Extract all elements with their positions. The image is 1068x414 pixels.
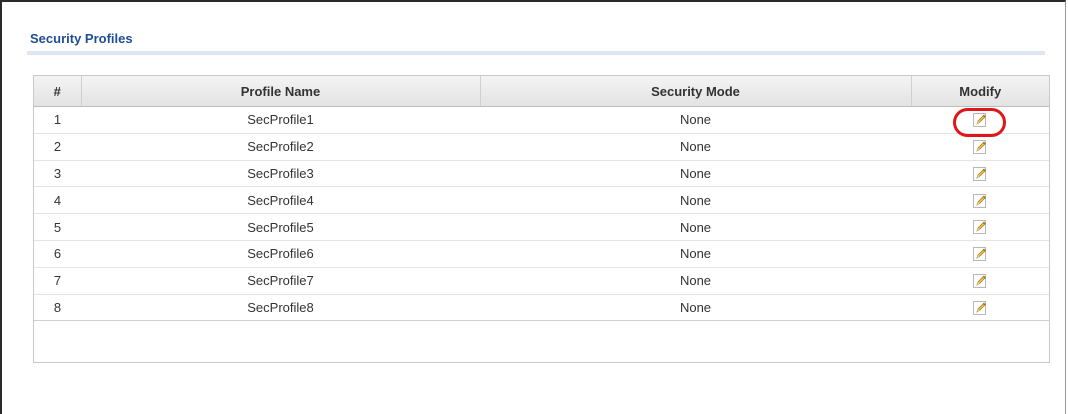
security-mode: None <box>480 294 911 322</box>
column-header-profile-name[interactable]: Profile Name <box>80 76 480 107</box>
row-index: 2 <box>34 133 81 161</box>
profile-name: SecProfile8 <box>81 294 480 322</box>
security-mode: None <box>480 106 911 134</box>
profile-name: SecProfile4 <box>81 186 480 215</box>
row-index: 8 <box>34 294 81 322</box>
profile-name: SecProfile2 <box>81 133 480 161</box>
security-mode: None <box>480 133 911 161</box>
row-index: 7 <box>34 267 81 295</box>
profile-name: SecProfile3 <box>81 160 480 188</box>
security-mode: None <box>480 213 911 241</box>
edit-icon[interactable] <box>972 193 988 209</box>
modify-cell <box>911 267 1049 295</box>
row-index: 1 <box>34 106 81 134</box>
security-mode: None <box>480 160 911 188</box>
edit-icon[interactable] <box>972 246 988 262</box>
modify-cell <box>911 213 1049 241</box>
table-row[interactable]: 2 SecProfile2 None <box>34 133 1049 161</box>
table-row[interactable]: 8 SecProfile8 None <box>34 294 1049 322</box>
security-mode: None <box>480 240 911 268</box>
table-row[interactable]: 4 SecProfile4 None <box>34 186 1049 215</box>
table-row[interactable]: 7 SecProfile7 None <box>34 267 1049 295</box>
row-index: 6 <box>34 240 81 268</box>
row-index: 3 <box>34 160 81 188</box>
profile-name: SecProfile5 <box>81 213 480 241</box>
column-header-index[interactable]: # <box>34 76 81 107</box>
row-index: 4 <box>34 186 81 215</box>
edit-icon[interactable] <box>972 273 988 289</box>
section-title: Security Profiles <box>30 31 133 46</box>
security-mode: None <box>480 186 911 215</box>
section-divider <box>27 51 1045 55</box>
edit-icon[interactable] <box>972 219 988 235</box>
row-index: 5 <box>34 213 81 241</box>
security-profiles-table: # Profile Name Security Mode Modify 1 Sec… <box>33 75 1050 363</box>
profile-name: SecProfile1 <box>81 106 480 134</box>
modify-cell <box>911 160 1049 188</box>
modify-cell <box>911 294 1049 322</box>
table-row[interactable]: 3 SecProfile3 None <box>34 160 1049 188</box>
column-header-security-mode[interactable]: Security Mode <box>479 76 911 107</box>
modify-cell <box>911 106 1049 134</box>
column-header-modify: Modify <box>910 76 1049 107</box>
table-row[interactable]: 6 SecProfile6 None <box>34 240 1049 268</box>
edit-icon[interactable] <box>972 300 988 316</box>
table-row[interactable]: 5 SecProfile5 None <box>34 213 1049 241</box>
modify-cell <box>911 133 1049 161</box>
security-mode: None <box>480 267 911 295</box>
profile-name: SecProfile7 <box>81 267 480 295</box>
modify-cell <box>911 186 1049 215</box>
edit-icon[interactable] <box>972 139 988 155</box>
profile-name: SecProfile6 <box>81 240 480 268</box>
table-header-row: # Profile Name Security Mode Modify <box>34 76 1049 107</box>
modify-cell <box>911 240 1049 268</box>
edit-icon[interactable] <box>972 166 988 182</box>
table-row[interactable]: 1 SecProfile1 None <box>34 106 1049 134</box>
edit-icon[interactable] <box>972 112 988 128</box>
